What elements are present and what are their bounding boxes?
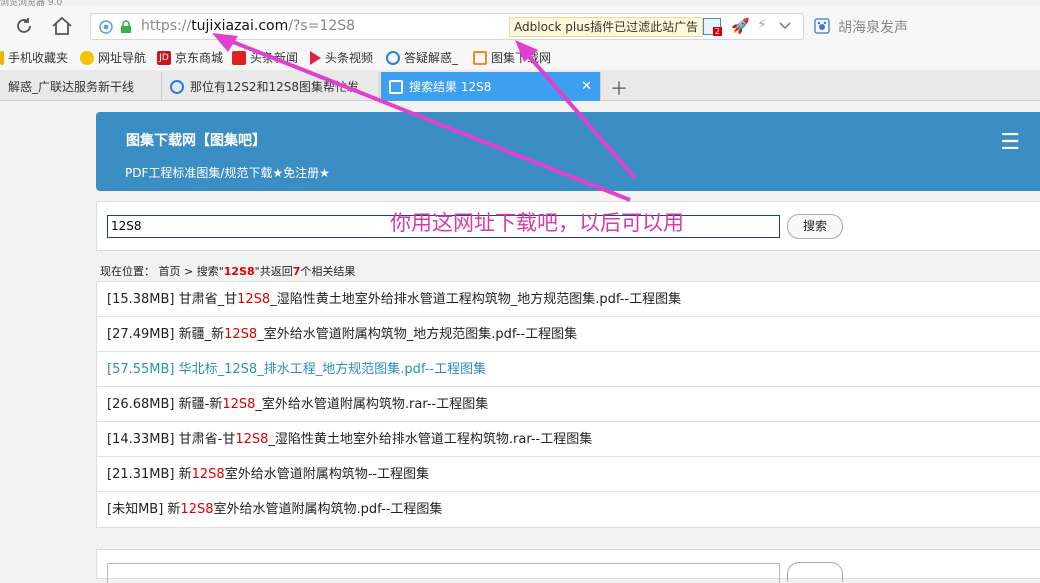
- lightning-icon[interactable]: ⚡: [757, 17, 767, 33]
- lock-icon: [121, 20, 131, 33]
- breadcrumb: 现在位置： 首页 > 搜索"12S8"共返回7个相关结果: [100, 263, 355, 279]
- menu-icon[interactable]: ☰: [1000, 130, 1020, 155]
- address-bar[interactable]: https://tujixiazai.com/?s=12S8 Adblock p…: [90, 13, 804, 40]
- tab-label: 那位有12S2和12S8图集帮忙发: [190, 80, 360, 94]
- result-suffix: _室外给水管道附属构筑物.rar--工程图集: [255, 397, 489, 412]
- tab-question[interactable]: 那位有12S2和12S8图集帮忙发: [162, 72, 380, 101]
- site-title[interactable]: 图集下载网【图集吧】: [126, 130, 266, 150]
- result-suffix: 室外给水管道附属构筑物.pdf--工程图集: [213, 502, 443, 517]
- result-keyword: 12S8: [237, 292, 271, 307]
- bookmark-video[interactable]: 头条视频: [310, 49, 373, 66]
- bookmark-label: 网址导航: [98, 51, 147, 65]
- adblock-icon[interactable]: 2: [703, 18, 722, 36]
- breadcrumb-prefix: 现在位置： 首页 > 搜索": [100, 265, 224, 278]
- result-keyword: 12S8: [222, 397, 256, 412]
- result-item[interactable]: [26.68MB] 新疆-新12S8_室外给水管道附属构筑物.rar--工程图集: [97, 387, 1040, 422]
- result-suffix: 室外给水管道附属构筑物--工程图集: [224, 467, 430, 482]
- bottom-search-panel: [96, 549, 1040, 583]
- result-keyword: 12S8: [180, 502, 214, 517]
- result-prefix: [15.38MB] 甘肃省_甘: [107, 292, 238, 307]
- adblock-count-badge: 2: [712, 27, 722, 36]
- result-keyword: 12S8: [224, 327, 258, 342]
- result-item[interactable]: [57.55MB] 华北标_12S8_排水工程_地方规范图集.pdf--工程图集: [97, 352, 1040, 387]
- bookmark-label: 手机收藏夹: [8, 51, 69, 65]
- bookmark-nav[interactable]: 网址导航: [80, 49, 146, 66]
- shield-icon: [99, 20, 113, 34]
- breadcrumb-middle: "共返回: [254, 265, 293, 278]
- nav-icon: [80, 50, 94, 65]
- qa-icon: [170, 79, 184, 94]
- tab-label: 解惑_广联达服务新干线: [8, 80, 135, 94]
- site-subtitle: PDF工程标准图集/规范下载★免注册★: [125, 166, 330, 180]
- bottom-search-input[interactable]: [107, 563, 780, 583]
- adblock-notice[interactable]: Adblock plus插件已过滤此站广告: [509, 17, 704, 37]
- bookmarks-bar: 手机收藏夹 网址导航 JD 京东商城 头条新闻 头条视频 答疑解惑_ 图集下载网: [0, 46, 1040, 70]
- result-suffix: _湿陷性黄土地室外给排水管道工程构筑物_地方规范图集.pdf--工程图集: [270, 292, 682, 307]
- news-icon: [232, 50, 246, 65]
- results-list: [15.38MB] 甘肃省_甘12S8_湿陷性黄土地室外给排水管道工程构筑物_地…: [96, 281, 1040, 528]
- page-content: 图集下载网【图集吧】 PDF工程标准图集/规范下载★免注册★ ☰ 12S8 搜索…: [0, 101, 1040, 583]
- url-text[interactable]: https://tujixiazai.com/?s=12S8: [141, 18, 355, 34]
- close-icon[interactable]: ✕: [581, 79, 592, 94]
- bookmark-tuji[interactable]: 图集下载网: [473, 49, 551, 66]
- video-icon: [310, 50, 321, 65]
- address-toolbar: https://tujixiazai.com/?s=12S8 Adblock p…: [0, 6, 1040, 46]
- result-suffix: _室外给水管道附属构筑物_地方规范图集.pdf--工程图集: [257, 327, 578, 342]
- result-keyword: 12S8: [235, 432, 269, 447]
- home-icon: [52, 16, 72, 35]
- plus-icon: ＋: [610, 79, 628, 100]
- reload-button[interactable]: [12, 14, 36, 38]
- result-item[interactable]: [21.31MB] 新12S8室外给水管道附属构筑物--工程图集: [97, 457, 1040, 492]
- result-item[interactable]: [15.38MB] 甘肃省_甘12S8_湿陷性黄土地室外给排水管道工程构筑物_地…: [97, 282, 1040, 317]
- breadcrumb-suffix: 个相关结果: [300, 265, 356, 278]
- qa-icon: [386, 50, 400, 65]
- side-search-box[interactable]: 胡海泉发声: [806, 13, 1040, 40]
- tab-bar: 解惑_广联达服务新干线 那位有12S2和12S8图集帮忙发 搜索结果 12S8 ✕…: [0, 70, 1040, 101]
- tab-guanglianda[interactable]: 解惑_广联达服务新干线: [0, 72, 162, 101]
- paw-icon: [814, 18, 830, 34]
- result-prefix: [14.33MB] 甘肃省-甘: [107, 432, 236, 447]
- bookmark-news[interactable]: 头条新闻: [232, 49, 298, 66]
- chevron-down-icon[interactable]: [779, 22, 791, 30]
- new-tab-button[interactable]: ＋: [610, 75, 628, 101]
- result-item[interactable]: [27.49MB] 新疆_新12S8_室外给水管道附属构筑物_地方规范图集.pd…: [97, 317, 1040, 352]
- bookmark-mobile-favorites[interactable]: 手机收藏夹: [0, 49, 68, 66]
- result-prefix: [26.68MB] 新疆-新: [107, 397, 223, 412]
- bookmark-label: 头条新闻: [250, 51, 299, 65]
- bottom-search-button[interactable]: [787, 562, 843, 582]
- result-prefix: [未知MB] 新: [107, 502, 181, 517]
- jd-icon: JD: [157, 50, 171, 65]
- result-keyword: 12S8: [224, 362, 258, 377]
- site-icon: [473, 50, 487, 65]
- result-keyword: 12S8: [191, 467, 225, 482]
- result-suffix: _湿陷性黄土地室外给排水管道工程构筑物.rar--工程图集: [268, 432, 593, 447]
- bookmark-label: 京东商城: [175, 51, 224, 65]
- result-item[interactable]: [未知MB] 新12S8室外给水管道附属构筑物.pdf--工程图集: [97, 492, 1040, 527]
- url-domain: tujixiazai.com: [191, 18, 289, 34]
- bookmark-jd[interactable]: JD 京东商城: [157, 49, 223, 66]
- folder-icon: [0, 50, 4, 65]
- tab-search-results[interactable]: 搜索结果 12S8 ✕: [381, 72, 601, 101]
- search-button[interactable]: 搜索: [787, 214, 843, 239]
- bookmark-label: 图集下载网: [491, 51, 552, 65]
- reload-icon: [17, 18, 31, 33]
- result-suffix: _排水工程_地方规范图集.pdf--工程图集: [257, 362, 487, 377]
- result-prefix: [21.31MB] 新: [107, 467, 192, 482]
- bookmark-label: 答疑解惑_: [404, 51, 459, 65]
- site-header: 图集下载网【图集吧】 PDF工程标准图集/规范下载★免注册★ ☰: [96, 112, 1040, 191]
- bookmark-label: 头条视频: [325, 51, 374, 65]
- site-icon: [389, 79, 403, 94]
- rocket-icon[interactable]: 🚀: [731, 17, 750, 35]
- url-scheme: https://: [141, 18, 192, 34]
- annotation-text: 你用这网址下载吧，以后可以用: [390, 211, 684, 235]
- breadcrumb-keyword: 12S8: [223, 265, 255, 278]
- side-search-text: 胡海泉发声: [838, 20, 908, 36]
- url-path: /?s=12S8: [288, 18, 356, 34]
- bookmark-qa[interactable]: 答疑解惑_: [386, 49, 458, 66]
- tab-label: 搜索结果 12S8: [409, 80, 492, 94]
- home-button[interactable]: [50, 14, 74, 38]
- result-item[interactable]: [14.33MB] 甘肃省-甘12S8_湿陷性黄土地室外给排水管道工程构筑物.r…: [97, 422, 1040, 457]
- result-prefix: [57.55MB] 华北标_: [107, 362, 225, 377]
- result-prefix: [27.49MB] 新疆_新: [107, 327, 225, 342]
